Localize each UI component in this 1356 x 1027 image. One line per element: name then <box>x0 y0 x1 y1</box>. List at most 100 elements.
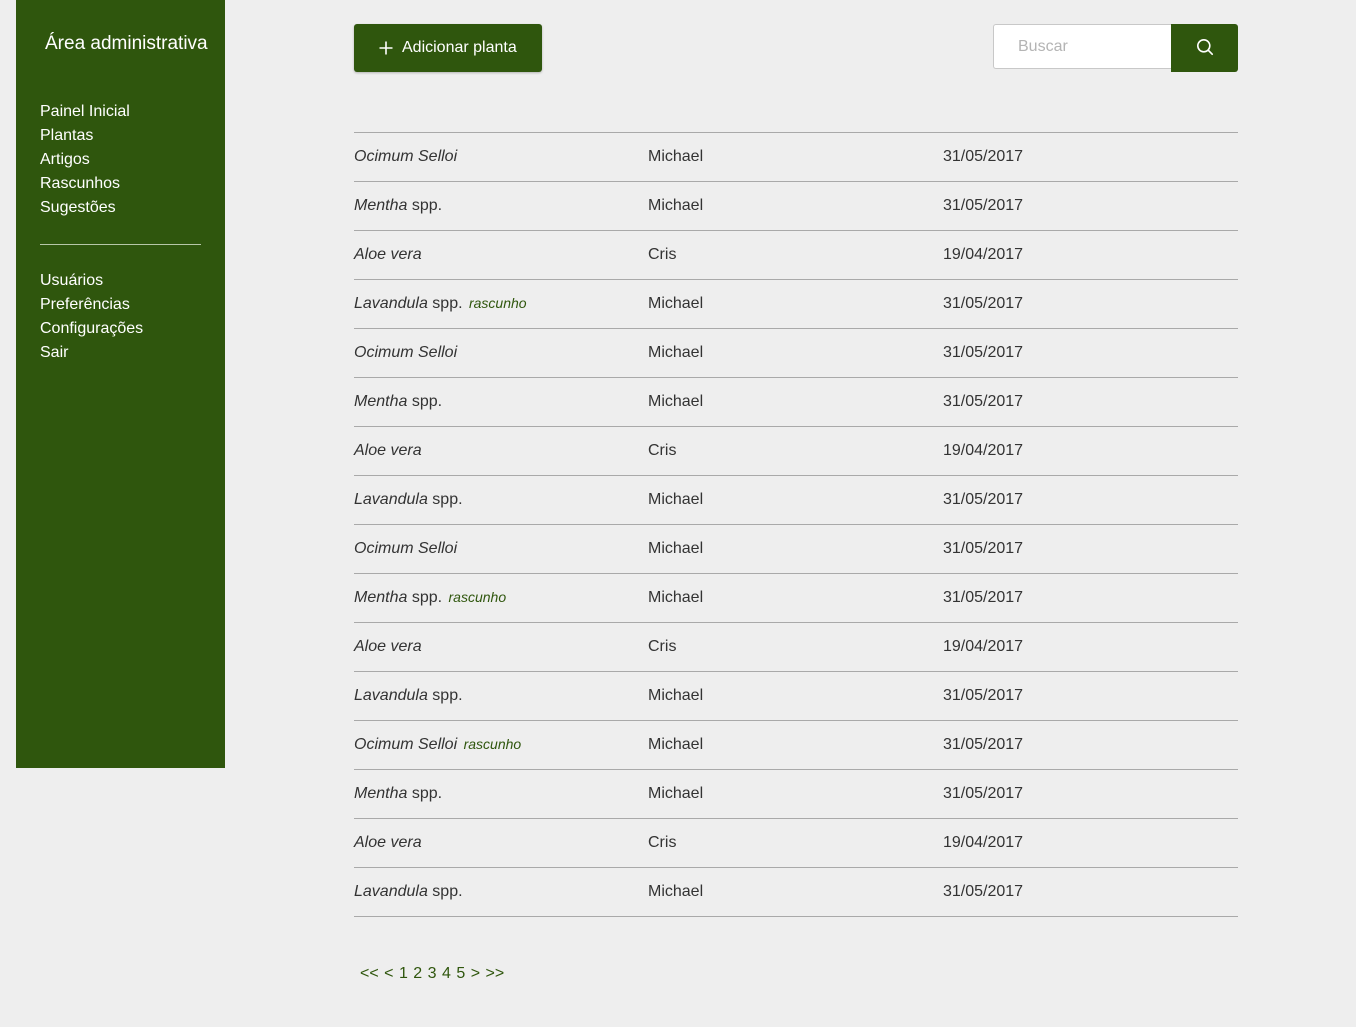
plant-author-cell: Michael <box>648 197 704 214</box>
plant-author-cell: Michael <box>648 785 704 802</box>
plant-species-suffix: spp. <box>427 687 463 704</box>
plant-name-cell: Aloe vera <box>354 231 648 280</box>
plant-date-cell: 31/05/2017 <box>943 295 1024 312</box>
sidebar-item-sair[interactable]: Sair <box>40 341 143 365</box>
plant-name-cell: Ocimum Selloi <box>354 133 648 182</box>
sidebar-item-usuarios[interactable]: Usuários <box>40 269 143 293</box>
pagination: << < 1 2 3 4 5 > >> <box>360 965 505 983</box>
table-row[interactable]: Ocimum Selloi Michael 31/05/2017 <box>354 329 1238 378</box>
table-row[interactable]: Aloe vera Cris 19/04/2017 <box>354 623 1238 672</box>
pagination-next[interactable]: > <box>471 965 480 982</box>
plants-table: Ocimum Selloi Michael 31/05/2017 Mentha spp… <box>354 132 1238 917</box>
sidebar-divider <box>40 244 201 245</box>
plus-icon <box>378 40 394 56</box>
plant-genus: Aloe vera <box>354 442 422 459</box>
plant-name-cell: Mentha spp. rascunho <box>354 574 648 623</box>
table-row[interactable]: Lavandula spp. Michael 31/05/2017 <box>354 868 1238 917</box>
plant-name-cell: Aloe vera <box>354 819 648 868</box>
sidebar-item-artigos[interactable]: Artigos <box>40 148 130 172</box>
plant-species-suffix: spp. <box>427 883 463 900</box>
search-input[interactable] <box>993 24 1173 69</box>
pagination-page[interactable]: 3 <box>428 965 437 982</box>
pagination-page[interactable]: 1 <box>399 965 408 982</box>
search-button[interactable] <box>1171 24 1238 72</box>
plant-date-cell: 19/04/2017 <box>943 442 1024 459</box>
draft-badge: rascunho <box>448 589 507 605</box>
plant-author-cell: Michael <box>648 393 704 410</box>
plant-genus: Mentha <box>354 785 408 802</box>
sidebar-item-rascunhos[interactable]: Rascunhos <box>40 172 130 196</box>
pagination-first[interactable]: << <box>360 965 379 982</box>
draft-badge: rascunho <box>468 295 527 311</box>
pagination-page[interactable]: 2 <box>413 965 422 982</box>
plant-author-cell: Cris <box>648 246 677 263</box>
plant-species-suffix: spp. <box>407 393 443 410</box>
plant-name-cell: Mentha spp. <box>354 182 648 231</box>
plant-date-cell: 19/04/2017 <box>943 834 1024 851</box>
plant-genus: Lavandula <box>354 295 428 312</box>
plant-genus: Ocimum Selloi <box>354 148 458 165</box>
plant-species-suffix: spp. <box>427 295 463 312</box>
add-plant-label: Adicionar planta <box>402 39 517 56</box>
search-box <box>993 24 1238 72</box>
sidebar-item-painel-inicial[interactable]: Painel Inicial <box>40 100 130 124</box>
plant-genus: Aloe vera <box>354 834 422 851</box>
table-row[interactable]: Lavandula spp. rascunho Michael 31/05/2017 <box>354 280 1238 329</box>
plant-date-cell: 31/05/2017 <box>943 883 1024 900</box>
plant-author-cell: Michael <box>648 540 704 557</box>
plant-date-cell: 31/05/2017 <box>943 344 1024 361</box>
table-row[interactable]: Ocimum Selloi Michael 31/05/2017 <box>354 525 1238 574</box>
plant-author-cell: Cris <box>648 834 677 851</box>
admin-sidebar: Área administrativa Painel Inicial Planta… <box>16 0 225 768</box>
add-plant-button[interactable]: Adicionar planta <box>354 24 542 72</box>
plant-date-cell: 19/04/2017 <box>943 638 1024 655</box>
plant-author-cell: Michael <box>648 295 704 312</box>
plant-date-cell: 31/05/2017 <box>943 148 1024 165</box>
sidebar-item-configuracoes[interactable]: Configurações <box>40 317 143 341</box>
pagination-page[interactable]: 5 <box>456 965 465 982</box>
table-row[interactable]: Mentha spp. Michael 31/05/2017 <box>354 770 1238 819</box>
plant-name-cell: Lavandula spp. <box>354 868 648 917</box>
plant-genus: Lavandula <box>354 491 428 508</box>
pagination-last[interactable]: >> <box>486 965 505 982</box>
table-row[interactable]: Mentha spp. Michael 31/05/2017 <box>354 378 1238 427</box>
table-row[interactable]: Aloe vera Cris 19/04/2017 <box>354 427 1238 476</box>
pagination-page[interactable]: 4 <box>442 965 451 982</box>
plant-author-cell: Michael <box>648 883 704 900</box>
sidebar-item-preferencias[interactable]: Preferências <box>40 293 143 317</box>
plant-genus: Ocimum Selloi <box>354 736 458 753</box>
table-row[interactable]: Mentha spp. rascunho Michael 31/05/2017 <box>354 574 1238 623</box>
plant-genus: Mentha <box>354 197 408 214</box>
sidebar-title: Área administrativa <box>45 33 208 54</box>
plant-name-cell: Mentha spp. <box>354 770 648 819</box>
plant-date-cell: 31/05/2017 <box>943 785 1024 802</box>
table-row[interactable]: Mentha spp. Michael 31/05/2017 <box>354 182 1238 231</box>
plant-name-cell: Lavandula spp. <box>354 476 648 525</box>
table-row[interactable]: Aloe vera Cris 19/04/2017 <box>354 231 1238 280</box>
plant-name-cell: Aloe vera <box>354 623 648 672</box>
plant-author-cell: Michael <box>648 344 704 361</box>
pagination-prev[interactable]: < <box>384 965 393 982</box>
table-row[interactable]: Lavandula spp. Michael 31/05/2017 <box>354 476 1238 525</box>
plant-author-cell: Michael <box>648 491 704 508</box>
sidebar-item-sugestoes[interactable]: Sugestões <box>40 196 130 220</box>
plant-name-cell: Lavandula spp. <box>354 672 648 721</box>
primary-nav: Painel Inicial Plantas Artigos Rascunhos Sug… <box>40 100 130 220</box>
plant-genus: Aloe vera <box>354 246 422 263</box>
table-row[interactable]: Ocimum Selloi rascunho Michael 31/05/2017 <box>354 721 1238 770</box>
plant-genus: Ocimum Selloi <box>354 540 458 557</box>
table-row[interactable]: Lavandula spp. Michael 31/05/2017 <box>354 672 1238 721</box>
plant-species-suffix: spp. <box>407 589 443 606</box>
plant-date-cell: 31/05/2017 <box>943 687 1024 704</box>
plant-date-cell: 31/05/2017 <box>943 491 1024 508</box>
table-row[interactable]: Ocimum Selloi Michael 31/05/2017 <box>354 133 1238 182</box>
plant-genus: Ocimum Selloi <box>354 344 458 361</box>
plant-name-cell: Lavandula spp. rascunho <box>354 280 648 329</box>
table-row[interactable]: Aloe vera Cris 19/04/2017 <box>354 819 1238 868</box>
search-icon <box>1196 38 1214 59</box>
plant-genus: Mentha <box>354 393 408 410</box>
plant-date-cell: 31/05/2017 <box>943 540 1024 557</box>
plant-species-suffix: spp. <box>407 785 443 802</box>
sidebar-item-plantas[interactable]: Plantas <box>40 124 130 148</box>
plant-name-cell: Ocimum Selloi <box>354 329 648 378</box>
